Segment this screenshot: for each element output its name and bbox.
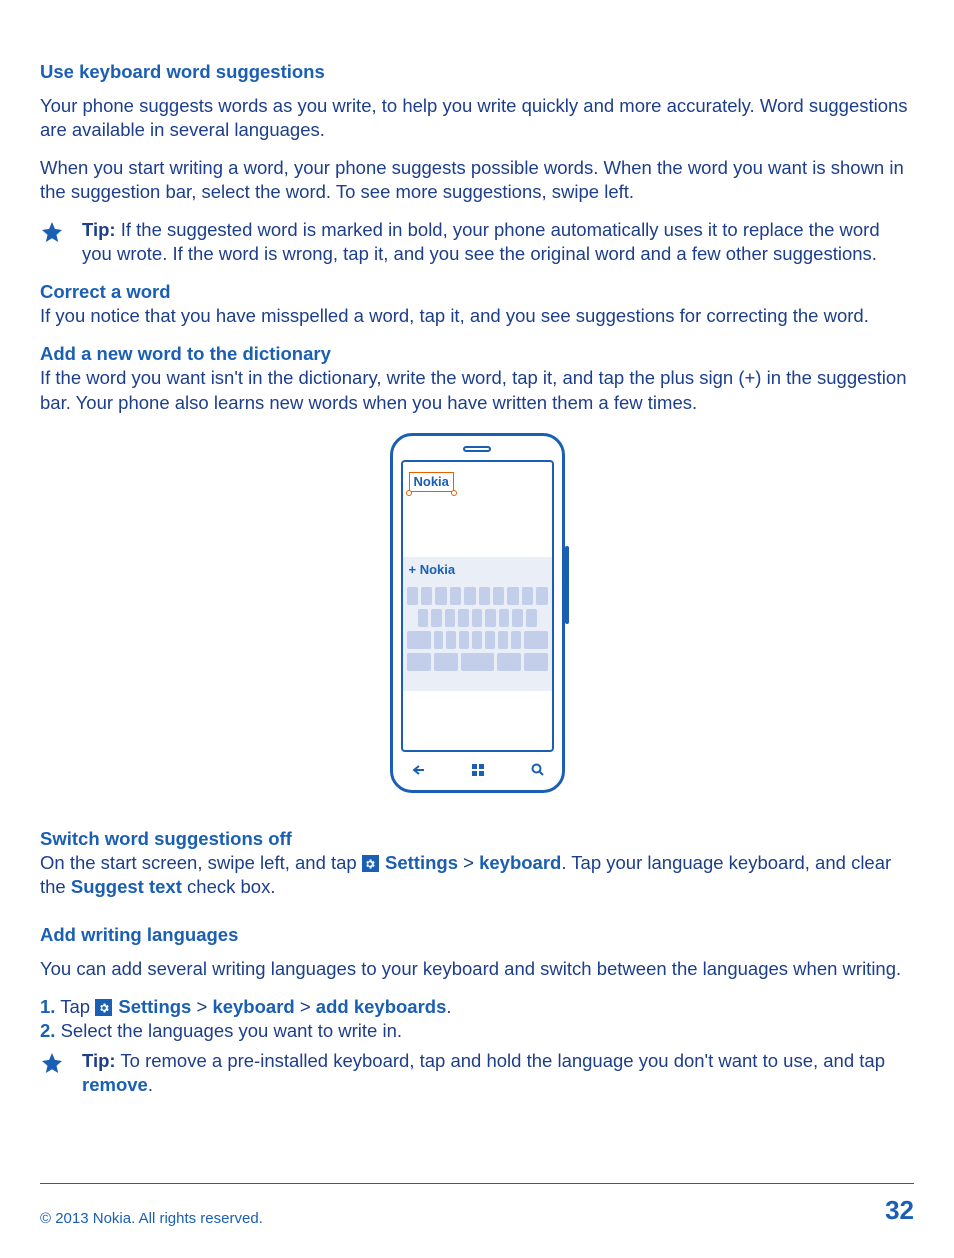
windows-icon: [472, 764, 484, 776]
tip-block: Tip: If the suggested word is marked in …: [40, 218, 914, 266]
heading-use-keyboard-suggestions: Use keyboard word suggestions: [40, 60, 914, 84]
tip-label: Tip:: [82, 1050, 116, 1071]
keyboard-illustration: [403, 583, 552, 691]
step-1: 1. Tap Settings > keyboard > add keyboar…: [40, 995, 914, 1019]
remove-label: remove: [82, 1074, 148, 1095]
add-keyboards-label: add keyboards: [316, 996, 447, 1017]
suggest-text-label: Suggest text: [71, 876, 182, 897]
suggestion-bar: + Nokia: [403, 557, 552, 584]
heading-add-word-dictionary: Add a new word to the dictionary: [40, 342, 914, 366]
tip-body-text: If the suggested word is marked in bold,…: [82, 219, 880, 264]
settings-label: Settings: [385, 852, 458, 873]
step-number: 2.: [40, 1020, 55, 1041]
paragraph: If you notice that you have misspelled a…: [40, 304, 914, 328]
paragraph: On the start screen, swipe left, and tap…: [40, 851, 914, 899]
copyright-text: © 2013 Nokia. All rights reserved.: [40, 1209, 263, 1229]
phone-illustration: Nokia + Nokia: [390, 433, 565, 793]
typed-word-selection: Nokia: [409, 472, 454, 493]
keyboard-label: keyboard: [212, 996, 294, 1017]
search-icon: [531, 758, 544, 782]
settings-icon: [362, 855, 379, 872]
page-footer: © 2013 Nokia. All rights reserved. 32: [40, 1183, 914, 1228]
paragraph: Your phone suggests words as you write, …: [40, 94, 914, 142]
suggestion-word: Nokia: [420, 562, 455, 577]
settings-label: Settings: [118, 996, 191, 1017]
heading-switch-suggestions-off: Switch word suggestions off: [40, 827, 914, 851]
earpiece-icon: [463, 446, 491, 452]
star-icon: [40, 1049, 82, 1097]
tip-label: Tip:: [82, 219, 116, 240]
heading-add-writing-languages: Add writing languages: [40, 923, 914, 947]
settings-icon: [95, 999, 112, 1016]
back-icon: [411, 758, 425, 782]
phone-screen: Nokia + Nokia: [401, 460, 554, 752]
plus-icon: +: [409, 562, 420, 577]
paragraph: You can add several writing languages to…: [40, 957, 914, 981]
tip-text: Tip: If the suggested word is marked in …: [82, 218, 914, 266]
step-number: 1.: [40, 996, 55, 1017]
tip-text: Tip: To remove a pre-installed keyboard,…: [82, 1049, 914, 1097]
star-icon: [40, 218, 82, 266]
keyboard-label: keyboard: [479, 852, 561, 873]
heading-correct-a-word: Correct a word: [40, 280, 914, 304]
step-2: 2. Select the languages you want to writ…: [40, 1019, 914, 1043]
paragraph: If the word you want isn't in the dictio…: [40, 366, 914, 414]
tip-block: Tip: To remove a pre-installed keyboard,…: [40, 1049, 914, 1097]
page-number: 32: [885, 1194, 914, 1228]
paragraph: When you start writing a word, your phon…: [40, 156, 914, 204]
